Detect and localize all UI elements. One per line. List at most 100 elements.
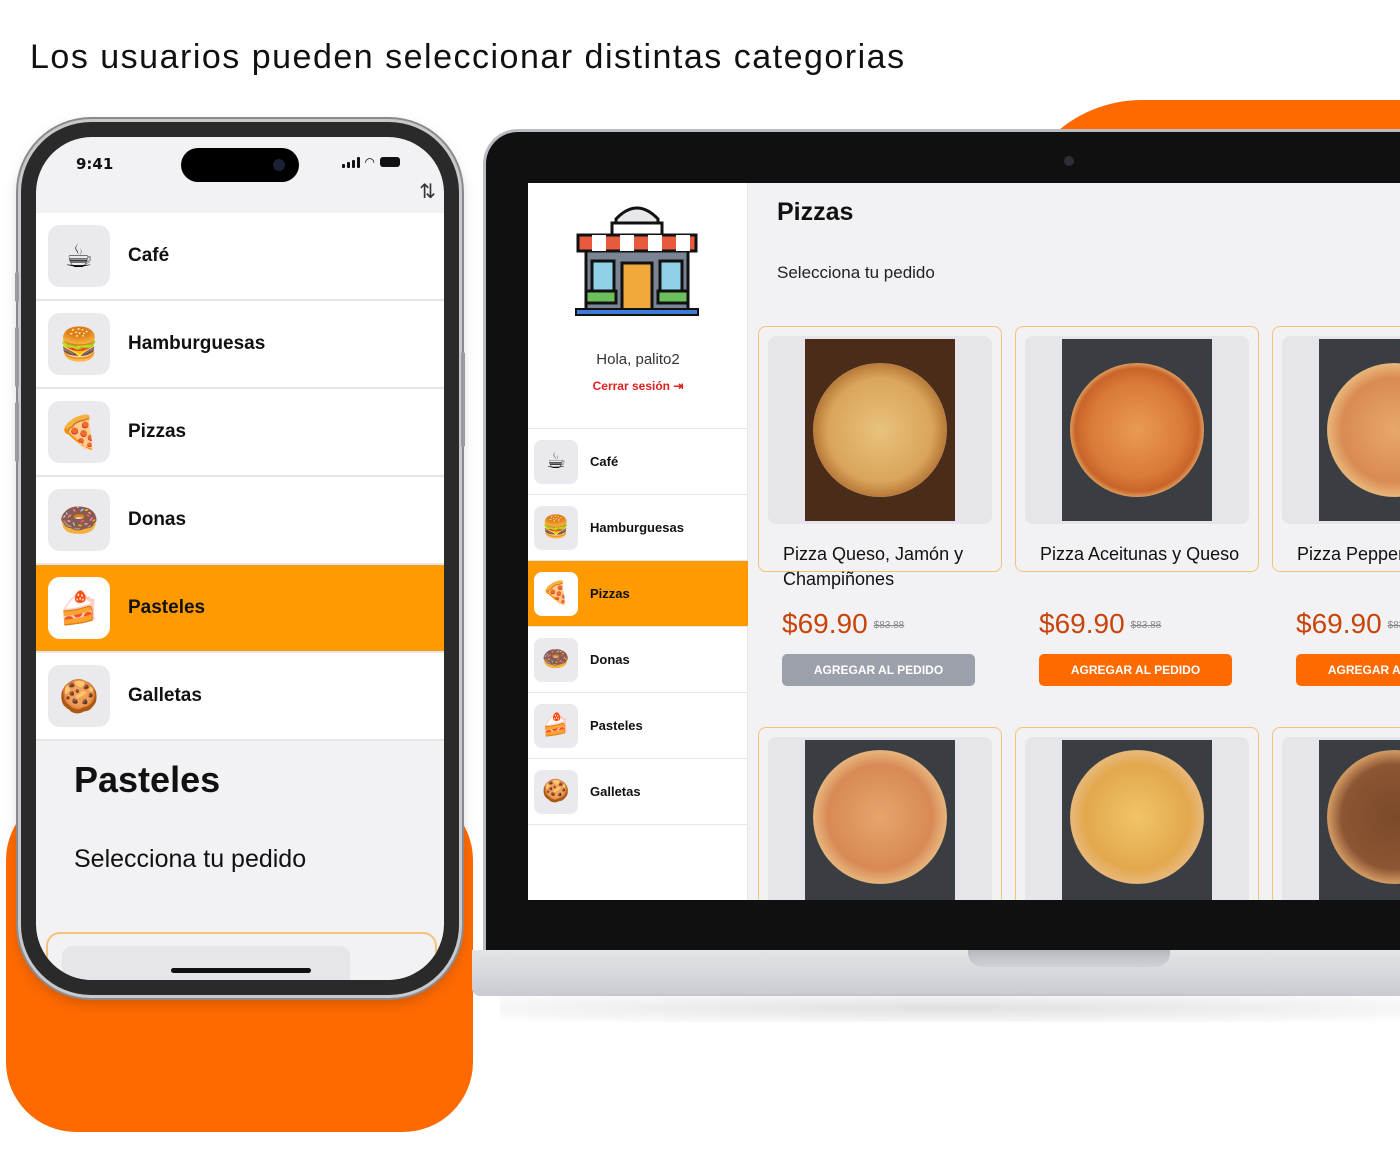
sidebar-item-cafe[interactable]: ☕ Café <box>528 429 748 495</box>
pizza-icon: 🍕 <box>48 401 110 463</box>
sidebar-item-label: Galletas <box>590 784 641 799</box>
logout-link[interactable]: Cerrar sesión ⇥ <box>528 379 748 393</box>
store-icon <box>572 201 702 325</box>
sidebar: Hola, palito2 Cerrar sesión ⇥ ☕ Café 🍔 Hamb… <box>528 183 748 900</box>
burger-icon: 🍔 <box>534 505 578 550</box>
pizza-image <box>1070 363 1204 497</box>
signal-icon <box>341 156 360 168</box>
price-value: $69.90 <box>782 608 868 639</box>
sort-icon[interactable]: ⇅ <box>419 179 436 203</box>
product-name: Pizza Pepperoni y Queso <box>1297 544 1400 564</box>
sidebar-item-label: Café <box>590 454 619 469</box>
category-item-galletas[interactable]: 🍪 Galletas <box>36 653 444 741</box>
category-item-cafe[interactable]: ☕ Café <box>36 213 444 301</box>
burger-icon: 🍔 <box>48 313 110 375</box>
product-name: Pizza Queso, Jamón y Champiñones <box>783 544 964 589</box>
add-to-order-button[interactable]: AGREGAR AL PEDIDO <box>1296 654 1400 686</box>
old-price: $83.88 <box>873 620 905 632</box>
category-label: Café <box>128 245 170 266</box>
pizza-photo <box>1062 339 1212 521</box>
sidebar-item-galletas[interactable]: 🍪 Galletas <box>528 759 748 825</box>
product-card[interactable]: Pizza Aceitunas y Queso <box>1015 326 1259 572</box>
product-card[interactable]: Pizza Queso, Jamón y Champiñones <box>758 326 1002 589</box>
add-to-order-button[interactable]: AGREGAR AL PEDIDO <box>782 654 975 686</box>
cookie-icon: 🍪 <box>48 665 110 727</box>
power-button <box>461 352 465 447</box>
product-image <box>1282 737 1400 900</box>
category-item-pasteles[interactable]: 🍰 Pasteles <box>36 565 444 653</box>
old-price: $83.88 <box>1387 620 1400 632</box>
category-label: Hamburguesas <box>128 333 266 354</box>
coffee-icon: ☕ <box>534 439 578 484</box>
pizza-image <box>1327 750 1400 884</box>
product-name: Pizza Aceitunas y Queso <box>1040 544 1240 564</box>
sidebar-item-label: Pizzas <box>590 586 630 601</box>
volume-up-button <box>15 327 19 387</box>
side-button <box>15 272 19 302</box>
pizza-image <box>813 750 947 884</box>
camera-icon <box>1064 156 1074 166</box>
coffee-icon: ☕ <box>48 225 110 287</box>
cake-icon: 🍰 <box>48 577 110 639</box>
price-value: $69.90 <box>1296 608 1382 639</box>
sidebar-item-label: Hamburguesas <box>590 520 684 535</box>
sidebar-item-hamburguesas[interactable]: 🍔 Hamburguesas <box>528 495 748 561</box>
pizza-photo <box>1319 339 1400 521</box>
section-subtitle: Selecciona tu pedido <box>777 263 935 282</box>
product-card[interactable] <box>1272 727 1400 900</box>
sidebar-item-pizzas[interactable]: 🍕 Pizzas <box>528 561 748 627</box>
battery-icon <box>380 157 400 167</box>
product-card[interactable]: Pizza Pepperoni y Queso <box>1272 326 1400 572</box>
laptop-screen: Hola, palito2 Cerrar sesión ⇥ ☕ Café 🍔 Hamb… <box>528 183 1400 900</box>
donut-icon: 🍩 <box>534 637 578 682</box>
product-price: $69.90 $83.88 <box>1296 608 1400 640</box>
headline: Los usuarios pueden seleccionar distinta… <box>30 38 906 76</box>
section-subtitle: Selecciona tu pedido <box>74 845 307 873</box>
category-item-donas[interactable]: 🍩 Donas <box>36 477 444 565</box>
pizza-photo <box>1062 740 1212 900</box>
phone-screen: 9:41 ◠ ⇅ ☕ Café 🍔 Hamburguesas 🍕 Pizzas 🍩 Donas… <box>36 137 444 980</box>
product-price: $69.90 $83.88 <box>1039 608 1161 640</box>
category-item-hamburguesas[interactable]: 🍔 Hamburguesas <box>36 301 444 389</box>
product-card[interactable] <box>758 727 1002 900</box>
product-card[interactable] <box>1015 727 1259 900</box>
laptop-shadow <box>500 994 1400 1022</box>
sidebar-item-donas[interactable]: 🍩 Donas <box>528 627 748 693</box>
category-label: Pasteles <box>128 597 206 618</box>
product-image <box>768 737 992 900</box>
cake-icon: 🍰 <box>534 703 578 748</box>
category-list: ☕ Café 🍔 Hamburguesas 🍕 Pizzas 🍩 Donas 🍰 Pasteles… <box>36 213 444 741</box>
status-time: 9:41 <box>76 155 114 173</box>
product-image <box>1025 336 1249 524</box>
cookie-icon: 🍪 <box>534 769 578 814</box>
home-indicator[interactable] <box>171 968 311 973</box>
category-item-pizzas[interactable]: 🍕 Pizzas <box>36 389 444 477</box>
product-image <box>62 946 350 980</box>
phone: 9:41 ◠ ⇅ ☕ Café 🍔 Hamburguesas 🍕 Pizzas 🍩 Donas… <box>15 122 465 995</box>
sidebar-item-pasteles[interactable]: 🍰 Pasteles <box>528 693 748 759</box>
pizza-photo <box>805 339 955 521</box>
pizza-image <box>813 363 947 497</box>
old-price: $83.88 <box>1130 620 1162 632</box>
logout-icon: ⇥ <box>673 379 684 393</box>
pizza-image <box>1327 363 1400 497</box>
price-value: $69.90 <box>1039 608 1125 639</box>
add-to-order-button[interactable]: AGREGAR AL PEDIDO <box>1039 654 1232 686</box>
showcase-stage: Los usuarios pueden seleccionar distinta… <box>0 0 1400 1162</box>
status-icons: ◠ <box>341 155 400 169</box>
pizza-image <box>1070 750 1204 884</box>
donut-icon: 🍩 <box>48 489 110 551</box>
volume-down-button <box>15 402 19 462</box>
category-label: Donas <box>128 509 187 530</box>
sidebar-item-label: Pasteles <box>590 718 643 733</box>
logout-label: Cerrar sesión <box>592 379 670 393</box>
pizza-photo <box>1319 740 1400 900</box>
pizza-photo <box>805 740 955 900</box>
pizza-icon: 🍕 <box>534 571 578 616</box>
section-title: Pizzas <box>777 198 854 226</box>
laptop-notch <box>968 950 1170 967</box>
product-price: $69.90 $83.88 <box>782 608 904 640</box>
camera-icon <box>273 159 285 171</box>
product-image <box>768 336 992 524</box>
greeting: Hola, palito2 <box>596 351 680 368</box>
